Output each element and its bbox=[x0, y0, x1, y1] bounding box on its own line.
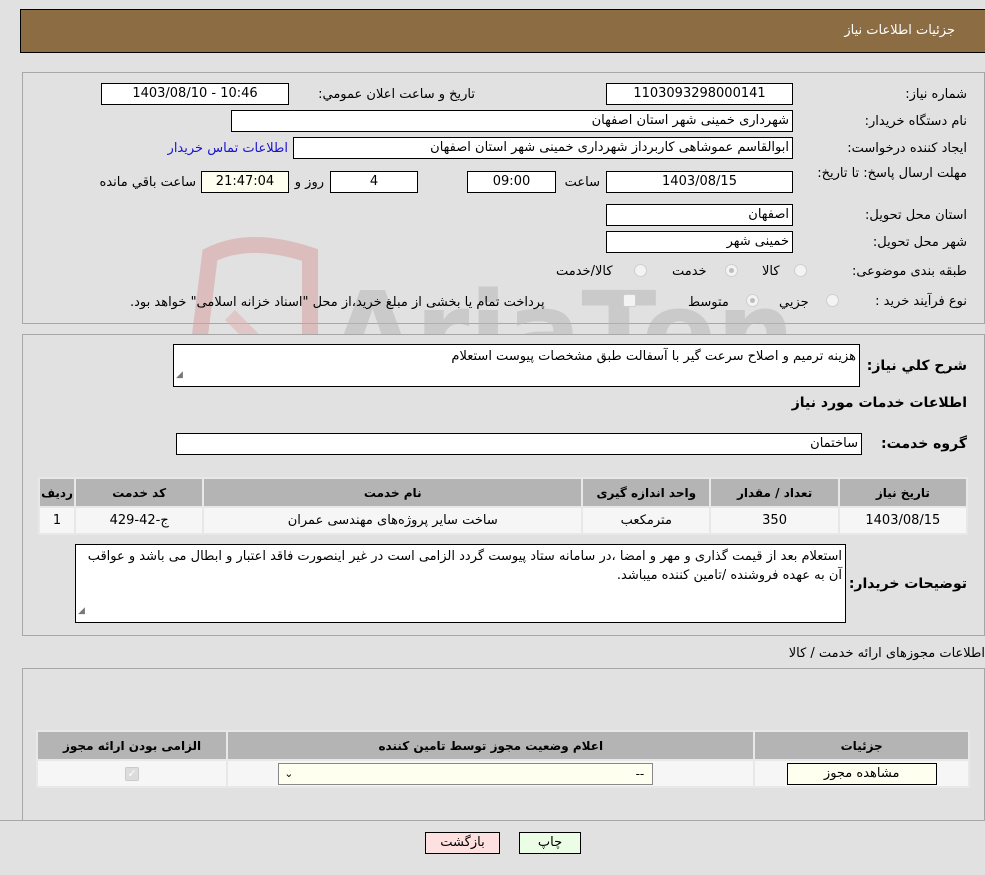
deadline-time-field: 09:00 bbox=[467, 171, 556, 193]
cell-service-name: ساخت سایر پروژه‌های مهندسی عمران bbox=[202, 506, 584, 535]
need-number-field: 1103093298000141 bbox=[606, 83, 793, 105]
buyer-notes-label: توضیحات خریدار: bbox=[848, 576, 967, 592]
buyer-org-field: شهرداری خمینی شهر استان اصفهان bbox=[231, 110, 793, 132]
province-field: اصفهان bbox=[606, 204, 793, 226]
description-label: شرح کلي نیاز: bbox=[866, 358, 967, 374]
col-need-date: تاریخ نیاز bbox=[837, 477, 969, 508]
cell-row-number: 1 bbox=[37, 506, 77, 535]
category-radio-service[interactable] bbox=[725, 264, 738, 277]
category-radio-goods-service[interactable] bbox=[634, 264, 647, 277]
description-textarea[interactable]: هزینه ترمیم و اصلاح سرعت گیر با آسفالت ط… bbox=[173, 344, 860, 387]
treasury-checkbox[interactable] bbox=[623, 294, 636, 307]
page-title: جزئیات اطلاعات نیاز bbox=[844, 23, 955, 38]
buyer-contact-link[interactable]: اطلاعات تماس خریدار bbox=[168, 141, 288, 156]
resize-grip-icon[interactable]: ◢ bbox=[176, 366, 183, 385]
requester-label: ایجاد کننده درخواست: bbox=[847, 141, 967, 156]
cell-permit-status: -- ⌄ bbox=[226, 759, 756, 788]
requester-field: ابوالقاسم عموشاهی کاربرداز شهرداری خمینی… bbox=[293, 137, 793, 159]
days-remaining-field: 4 bbox=[330, 171, 418, 193]
permit-status-value: -- bbox=[635, 766, 645, 781]
service-group-field: ساختمان bbox=[176, 433, 862, 455]
purchase-radio-minor[interactable] bbox=[826, 294, 839, 307]
purchase-option-medium: متوسط bbox=[688, 295, 729, 310]
category-radio-goods[interactable] bbox=[794, 264, 807, 277]
purchase-radio-medium[interactable] bbox=[746, 294, 759, 307]
permits-section-title: اطلاعات مجوزهای ارائه خدمت / کالا bbox=[788, 646, 985, 661]
deadline-date-field: 1403/08/15 bbox=[606, 171, 793, 193]
services-table-header: تاریخ نیاز تعداد / مقدار واحد اندازه گیر… bbox=[37, 477, 969, 508]
table-row: مشاهده مجوز -- ⌄ ✓ bbox=[35, 759, 970, 788]
category-option-goods-service: کالا/خدمت bbox=[556, 264, 613, 279]
need-number-label: شماره نیاز: bbox=[905, 87, 967, 102]
footer-divider bbox=[0, 820, 985, 821]
cell-permit-required: ✓ bbox=[35, 759, 229, 788]
service-group-label: گروه خدمت: bbox=[881, 436, 967, 452]
services-section-title: اطلاعات خدمات مورد نیاز bbox=[791, 395, 967, 411]
services-table: تاریخ نیاز تعداد / مقدار واحد اندازه گیر… bbox=[37, 477, 969, 535]
col-unit: واحد اندازه گیری bbox=[581, 477, 712, 508]
province-label: استان محل تحویل: bbox=[865, 208, 967, 223]
col-permit-status: اعلام وضعیت مجوز توسط تامین کننده bbox=[226, 730, 756, 761]
cell-need-date: 1403/08/15 bbox=[837, 506, 969, 535]
deadline-time-label: ساعت bbox=[564, 175, 600, 190]
cell-service-code: ج-42-429 bbox=[74, 506, 205, 535]
permit-required-checkbox[interactable]: ✓ bbox=[125, 767, 140, 781]
time-remaining-field: 21:47:04 bbox=[201, 171, 289, 193]
buyer-org-label: نام دستگاه خریدار: bbox=[864, 114, 967, 129]
col-permit-required: الزامی بودن ارائه مجوز bbox=[35, 730, 229, 761]
city-field: خمینی شهر bbox=[606, 231, 793, 253]
col-details: جزئیات bbox=[753, 730, 970, 761]
print-button[interactable]: چاپ bbox=[519, 832, 581, 854]
time-remaining-label: ساعت باقي مانده bbox=[99, 175, 196, 190]
col-quantity: تعداد / مقدار bbox=[709, 477, 840, 508]
treasury-note: پرداخت تمام یا بخشی از مبلغ خرید،از محل … bbox=[130, 295, 545, 310]
table-row: 1403/08/15 350 مترمکعب ساخت سایر پروژه‌ه… bbox=[37, 506, 969, 535]
deadline-label: مهلت ارسال پاسخ: تا تاریخ: bbox=[817, 166, 967, 181]
buyer-notes-text: استعلام بعد از قیمت گذاری و مهر و امضا ،… bbox=[87, 549, 842, 583]
col-service-code: کد خدمت bbox=[74, 477, 205, 508]
back-button[interactable]: بازگشت bbox=[425, 832, 500, 854]
cell-unit: مترمکعب bbox=[581, 506, 712, 535]
announce-datetime-label: تاریخ و ساعت اعلان عمومي: bbox=[318, 87, 475, 102]
purchase-option-minor: جزيي bbox=[779, 295, 809, 310]
category-option-service: خدمت bbox=[672, 264, 707, 279]
permits-table-header: جزئیات اعلام وضعیت مجوز توسط تامین کننده… bbox=[35, 730, 970, 761]
permit-status-select[interactable]: -- ⌄ bbox=[278, 762, 654, 785]
cell-quantity: 350 bbox=[709, 506, 840, 535]
col-row-number: ردیف bbox=[37, 477, 77, 508]
page-header: جزئیات اطلاعات نیاز bbox=[20, 9, 985, 53]
permits-table: جزئیات اعلام وضعیت مجوز توسط تامین کننده… bbox=[35, 730, 970, 788]
days-label: روز و bbox=[294, 175, 324, 190]
resize-grip-icon[interactable]: ◢ bbox=[78, 602, 85, 621]
description-text: هزینه ترمیم و اصلاح سرعت گیر با آسفالت ط… bbox=[451, 349, 856, 364]
buyer-notes-textarea[interactable]: استعلام بعد از قیمت گذاری و مهر و امضا ،… bbox=[75, 544, 846, 623]
category-label: طبقه بندی موضوعی: bbox=[851, 264, 967, 279]
view-permit-button[interactable]: مشاهده مجوز bbox=[786, 762, 937, 785]
purchase-type-label: نوع فرآیند خرید : bbox=[875, 294, 967, 309]
city-label: شهر محل تحویل: bbox=[872, 235, 967, 250]
announce-datetime-field: 1403/08/10 - 10:46 bbox=[101, 83, 289, 105]
chevron-down-icon: ⌄ bbox=[284, 766, 294, 780]
cell-details: مشاهده مجوز bbox=[753, 759, 970, 788]
category-option-goods: کالا bbox=[762, 264, 780, 279]
col-service-name: نام خدمت bbox=[202, 477, 584, 508]
